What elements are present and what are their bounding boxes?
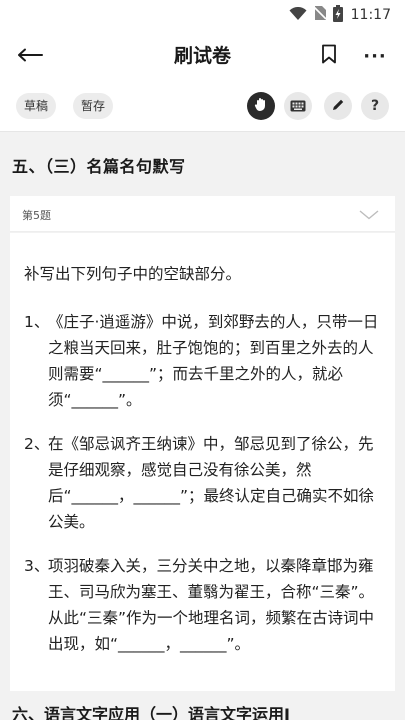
save-draft-button[interactable]: 暂存 (73, 93, 114, 119)
app-bar: 刷试卷 ··· (0, 30, 405, 82)
collapse-button[interactable] (357, 202, 381, 226)
hand-icon (253, 96, 269, 116)
next-section-title: 六、语言文字应用（一）语言文字运用Ⅰ (12, 705, 290, 720)
item-number: 1、 (24, 313, 50, 331)
item-text: 在《邹忌讽齐王纳谏》中，邹忌见到了徐公，先是仔细观察，感觉自己没有徐公美，然后“… (48, 435, 375, 531)
help-icon: ? (370, 98, 380, 114)
section-header: 五、（三）名篇名句默写 (0, 133, 405, 193)
no-sim-icon (313, 5, 327, 25)
hand-mode-button[interactable] (247, 92, 275, 120)
bookmark-icon (321, 44, 337, 68)
question-item: 2、 在《邹忌讽齐王纳谏》中，邹忌见到了徐公，先是仔细观察，感觉自己没有徐公美，… (24, 431, 383, 535)
status-time: 11:17 (350, 7, 391, 23)
question-number: 第5题 (22, 209, 51, 222)
back-button[interactable] (10, 36, 50, 76)
pencil-button[interactable] (324, 92, 352, 120)
pencil-icon (331, 97, 345, 116)
status-icons: 11:17 (289, 4, 391, 26)
more-button[interactable]: ··· (357, 38, 393, 74)
item-number: 2、 (24, 435, 50, 453)
wifi-icon (289, 6, 307, 25)
help-button[interactable]: ? (361, 92, 389, 120)
item-number: 3、 (24, 557, 50, 575)
item-text: 《庄子·逍遥游》中说，到郊野去的人，只带一日之粮当天回来，肚子饱饱的；到百里之外… (48, 313, 379, 409)
bookmark-button[interactable] (311, 38, 347, 74)
keyboard-icon (290, 97, 306, 116)
keyboard-button[interactable] (284, 92, 312, 120)
item-text: 项羽破秦入关，三分关中之地，以秦降章邯为雍王、司马欣为塞王、董翳为翟王，合称“三… (48, 557, 375, 653)
question-item: 3、 项羽破秦入关，三分关中之地，以秦降章邯为雍王、司马欣为塞王、董翳为翟王，合… (24, 553, 383, 657)
question-card-header[interactable]: 第5题 (10, 196, 395, 232)
status-bar: 11:17 (0, 0, 405, 30)
back-arrow-icon (16, 47, 44, 66)
draft-button[interactable]: 草稿 (16, 93, 57, 119)
question-item: 1、 《庄子·逍遥游》中说，到郊野去的人，只带一日之粮当天回来，肚子饱饱的；到百… (24, 309, 383, 413)
question-card-body: 补写出下列句子中的空缺部分。 1、 《庄子·逍遥游》中说，到郊野去的人，只带一日… (10, 233, 395, 691)
chevron-down-icon (359, 205, 379, 224)
section-title: 五、（三）名篇名句默写 (12, 157, 186, 176)
more-icon: ··· (363, 45, 387, 67)
question-prompt: 补写出下列句子中的空缺部分。 (24, 265, 242, 283)
next-section-header: 六、语言文字应用（一）语言文字运用Ⅰ (0, 691, 405, 720)
battery-charging-icon (332, 4, 343, 26)
answer-toolbar: 草稿 暂存 ? (0, 82, 405, 132)
